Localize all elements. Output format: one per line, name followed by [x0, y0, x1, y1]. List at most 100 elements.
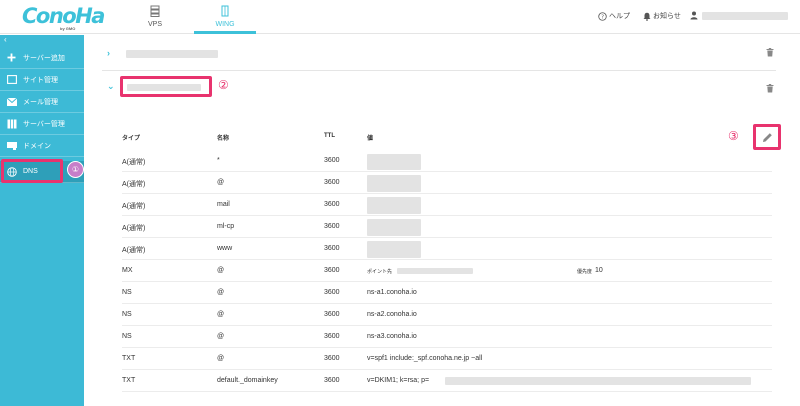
- sidebar-item-mail[interactable]: メール管理: [0, 91, 84, 113]
- help-label: ヘルプ: [609, 13, 630, 20]
- building-icon: [221, 5, 229, 17]
- record-ttl: 3600: [324, 179, 340, 186]
- edit-records-button[interactable]: [753, 124, 781, 150]
- col-type: タイプ: [122, 136, 141, 142]
- step-2-label: ②: [218, 78, 229, 92]
- notice-label: お知らせ: [653, 13, 681, 20]
- domain-name-redacted: [126, 50, 218, 58]
- sidebar-item-domain[interactable]: ドメイン: [0, 135, 84, 157]
- sidebar-item-add-server[interactable]: サーバー追加: [0, 47, 84, 69]
- record-type: TXT: [122, 355, 136, 362]
- record-type: NS: [122, 333, 132, 340]
- table-row: A(通常) mail 3600: [122, 194, 772, 216]
- col-ttl: TTL: [324, 133, 335, 139]
- pencil-icon: [762, 132, 772, 142]
- server-icon: [6, 118, 17, 129]
- tab-wing-label: WING: [215, 21, 235, 28]
- dkim-key-redacted: [445, 377, 751, 385]
- record-type: TXT: [122, 377, 136, 384]
- step-3-label: ③: [728, 129, 739, 143]
- logo-subtext: by GMO: [60, 26, 76, 31]
- record-ttl: 3600: [324, 157, 340, 164]
- table-row: A(通常) * 3600: [122, 150, 772, 172]
- col-name: 名称: [217, 136, 230, 142]
- notice-link[interactable]: お知らせ: [643, 11, 681, 21]
- record-name: @: [217, 355, 225, 362]
- record-ttl: 3600: [324, 377, 340, 384]
- domain-icon: [6, 140, 17, 151]
- record-name: mail: [217, 201, 230, 208]
- user-name-redacted: [702, 11, 788, 20]
- trash-icon[interactable]: [766, 48, 774, 57]
- sidebar-item-server[interactable]: サーバー管理: [0, 113, 84, 135]
- main-content: › ⌄ ② タイプ 名称 TTL 値 ③ A(通常) * 3600 A(通常) …: [84, 35, 800, 406]
- mx-priority-value: 10: [595, 267, 603, 274]
- record-type: A(通常): [122, 225, 146, 232]
- record-name: *: [217, 157, 220, 164]
- record-name: @: [217, 179, 225, 186]
- record-type: A(通常): [122, 159, 146, 166]
- sidebar-item-label: メール管理: [23, 98, 58, 106]
- table-row: NS @ 3600 ns-a1.conoha.io: [122, 282, 772, 304]
- record-value-redacted: [367, 154, 421, 170]
- table-row: TXT @ 3600 v=spf1 include:_spf.conoha.ne…: [122, 348, 772, 370]
- collapse-sidebar-icon[interactable]: ‹: [4, 35, 7, 44]
- col-value: 値: [367, 136, 374, 142]
- record-type: A(通常): [122, 203, 146, 210]
- sidebar: ‹ サーバー追加 サイト管理 メール管理 サーバー管理 ドメイン DNS: [0, 35, 84, 406]
- mx-target-redacted: [397, 268, 473, 274]
- sidebar-item-site[interactable]: サイト管理: [0, 69, 84, 91]
- record-type: MX: [122, 267, 133, 274]
- record-value-redacted: [367, 241, 421, 258]
- record-type: NS: [122, 289, 132, 296]
- user-icon: [690, 11, 698, 20]
- record-value: v=spf1 include:_spf.conoha.ne.jp ~all: [367, 355, 483, 362]
- sidebar-item-label: サイト管理: [23, 76, 58, 84]
- server-stack-icon: [150, 5, 160, 17]
- table-row: A(通常) @ 3600: [122, 172, 772, 194]
- record-name: ml-cp: [217, 223, 235, 230]
- chevron-down-icon[interactable]: ⌄: [107, 81, 115, 92]
- record-ttl: 3600: [324, 223, 340, 230]
- conoha-logo[interactable]: ConoHa by GMO: [22, 4, 105, 31]
- record-value: ns-a2.conoha.io: [367, 311, 417, 318]
- record-value: ns-a1.conoha.io: [367, 289, 417, 296]
- record-name: www: [217, 245, 233, 252]
- record-name: @: [217, 333, 225, 340]
- record-value-redacted: [367, 219, 421, 236]
- record-value-redacted: [367, 197, 421, 214]
- domain-highlight-box: [120, 76, 212, 97]
- sidebar-item-label: ドメイン: [23, 142, 51, 150]
- bell-icon: [643, 12, 651, 21]
- plus-icon: [6, 52, 17, 63]
- user-menu[interactable]: [690, 11, 788, 20]
- record-type: NS: [122, 311, 132, 318]
- step-1-badge: ①: [67, 161, 84, 178]
- site-icon: [6, 74, 17, 85]
- table-row: A(通常) ml-cp 3600: [122, 216, 772, 238]
- tab-vps[interactable]: VPS: [127, 0, 183, 34]
- logo-text: ConoHa: [22, 4, 105, 28]
- record-ttl: 3600: [324, 267, 340, 274]
- mx-pointer-label: ポイント先: [367, 269, 393, 275]
- domain-row-collapsed[interactable]: ›: [102, 35, 776, 71]
- record-value-redacted: [367, 175, 421, 192]
- record-value: v=DKIM1; k=rsa; p=: [367, 377, 430, 384]
- mail-icon: [6, 96, 17, 107]
- mx-priority-label: 優先度: [577, 269, 593, 275]
- record-type: A(通常): [122, 247, 146, 254]
- record-name: default._domainkey: [217, 377, 278, 384]
- record-value: ns-a3.conoha.io: [367, 333, 417, 340]
- table-row: MX @ 3600 ポイント先 優先度 10: [122, 260, 772, 282]
- svg-text:?: ?: [601, 14, 604, 20]
- record-ttl: 3600: [324, 289, 340, 296]
- help-link[interactable]: ? ヘルプ: [598, 11, 630, 21]
- domain-name-redacted: [127, 84, 201, 91]
- record-name: @: [217, 311, 225, 318]
- top-header: ConoHa by GMO VPS WING ? ヘルプ お知らせ: [0, 0, 800, 34]
- tab-vps-label: VPS: [147, 21, 162, 28]
- question-icon: ?: [598, 11, 607, 21]
- tab-wing[interactable]: WING: [194, 0, 256, 34]
- chevron-right-icon[interactable]: ›: [107, 48, 110, 58]
- trash-icon[interactable]: [766, 84, 774, 93]
